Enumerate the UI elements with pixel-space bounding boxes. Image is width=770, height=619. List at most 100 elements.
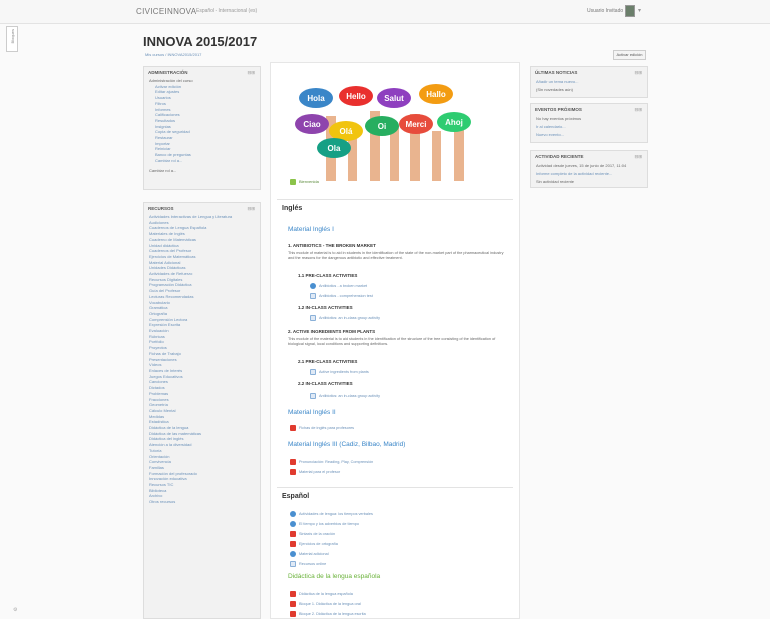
resource-link[interactable]: Antibiotics: an in-class group activity [310, 393, 380, 399]
unit2-description: This module of the material is to aid st… [288, 337, 496, 346]
resource-link[interactable]: Pronunciación: Reading, Play, Comprensió… [290, 459, 373, 465]
resource-link[interactable]: Recursos online [290, 561, 326, 567]
resource-link[interactable]: Material para el profesor [290, 469, 340, 475]
resource-link[interactable]: Bloque 2. Didáctica de la lengua escrita [290, 611, 366, 617]
settings-icon[interactable]: ⚙ [13, 607, 17, 613]
unit2-title: 2. ACTIVE INGREDIENTS FROM PLANTS [288, 329, 376, 334]
activity-empty-text: Sin actividad reciente [536, 179, 575, 184]
resource-link[interactable]: Actividades de lengua: los tiempos verba… [290, 511, 373, 517]
resources-block-title: RECURSOS [148, 206, 174, 211]
speech-bubble-word: Olá [340, 127, 353, 136]
url-icon [310, 283, 316, 289]
block-controls-icon[interactable]: ⊟⊞ [247, 206, 255, 212]
add-topic-link[interactable]: Añadir un tema nuevo... [531, 78, 647, 86]
resources-list-item[interactable]: Otros recursos [149, 499, 255, 505]
block-controls-icon[interactable]: ⊟⊞ [634, 154, 642, 160]
section-title-ingles: Inglés [282, 205, 303, 212]
unit1-title: 1. ANTIBIOTICS - THE BROKEN MARKET [288, 243, 376, 248]
admin-block-title: ADMINISTRACIÓN [148, 70, 188, 75]
events-empty-text: No hay eventos próximos [536, 116, 582, 121]
resource-link[interactable]: Bloque 1. Didáctica de la lengua oral [290, 601, 361, 607]
resource-link[interactable]: Antibiotics - a broken market [310, 283, 367, 289]
resource-link[interactable]: Material adicional [290, 551, 329, 557]
url-icon [290, 521, 296, 527]
label-material-ingles-1: Material Inglés I [288, 226, 334, 233]
hero-image: Hola Hello Salut Hallo Ciao Olá Oi Merci Ahoj Ola [286, 76, 497, 181]
breadcrumb[interactable]: Mis cursos / INNOVA2015/2017 [145, 52, 201, 57]
pdf-icon [290, 611, 296, 617]
pdf-icon [290, 425, 296, 431]
admin-footer[interactable]: Cambiar rol a... [144, 167, 260, 175]
speech-bubble-word: Salut [384, 94, 404, 103]
unit1-description: This module of material is to aid in stu… [288, 251, 504, 260]
full-report-link[interactable]: Informe completo de la actividad recient… [531, 170, 647, 178]
user-menu-name[interactable]: Usuario Invitado [587, 8, 623, 14]
pdf-icon [290, 601, 296, 607]
admin-block-header: ADMINISTRACIÓN ⊟⊞ [144, 67, 260, 78]
activity-since-text: Actividad desde jueves, 15 de junio de 2… [536, 163, 627, 168]
site-brand[interactable]: CIVICEINNOVA [136, 7, 196, 16]
document-icon [310, 393, 316, 399]
url-icon [290, 551, 296, 557]
label-material-ingles-2: Material Inglés II [288, 409, 336, 416]
blocks-drawer-label: Bloques [9, 29, 15, 44]
section-divider [277, 199, 513, 200]
events-block-title: EVENTOS PRÓXIMOS [535, 107, 582, 112]
quiz-icon [310, 293, 316, 299]
block-controls-icon[interactable]: ⊟⊞ [634, 107, 642, 113]
section-title-espanol: Español [282, 493, 310, 500]
admin-list-item[interactable]: Cambiar rol a... [149, 158, 255, 164]
speech-bubble-word: Hello [346, 92, 366, 101]
speech-bubble-word: Merci [406, 120, 427, 129]
news-block: ÚLTIMAS NOTICIAS ⊟⊞ Añadir un tema nuevo… [530, 66, 648, 98]
resource-link[interactable]: Active ingredients from plants [310, 369, 369, 375]
url-icon [290, 511, 296, 517]
label-didactica-lengua: Didáctica de la lengua española [288, 573, 381, 580]
hero-caption[interactable]: Bienvenida [290, 179, 319, 185]
resource-link[interactable]: Didáctica de la lengua española [290, 591, 353, 597]
pdf-icon [290, 469, 296, 475]
unit2-inclass-heading: 2.2 IN-CLASS ACTIVITIES [298, 381, 353, 386]
top-navbar: CIVICEINNOVA Español - Internacional (es… [0, 0, 770, 24]
speech-bubble-word: Ciao [303, 120, 320, 129]
page-icon [290, 179, 296, 185]
admin-block: ADMINISTRACIÓN ⊟⊞ Administración del cur… [143, 66, 261, 190]
pdf-icon [290, 459, 296, 465]
events-block: EVENTOS PRÓXIMOS ⊟⊞ No hay eventos próxi… [530, 103, 648, 143]
unit1-preclass-heading: 1.1 PRE-CLASS ACTIVITIES [298, 273, 358, 278]
activity-block-header: ACTIVIDAD RECIENTE ⊟⊞ [531, 151, 647, 162]
calendar-link[interactable]: Ir al calendario... [531, 123, 647, 131]
edit-mode-button[interactable]: Activar edición [613, 50, 646, 60]
pdf-icon [290, 591, 296, 597]
resources-block-header: RECURSOS ⊟⊞ [144, 203, 260, 214]
activity-block-title: ACTIVIDAD RECIENTE [535, 154, 584, 159]
block-controls-icon[interactable]: ⊟⊞ [634, 70, 642, 76]
block-controls-icon[interactable]: ⊟⊞ [247, 70, 255, 76]
unit1-inclass-heading: 1.2 IN-CLASS ACTIVITIES [298, 305, 353, 310]
language-menu[interactable]: Español - Internacional (es) [196, 8, 257, 14]
resource-link[interactable]: Sintaxis de la oración [290, 531, 335, 537]
unit2-preclass-heading: 2.1 PRE-CLASS ACTIVITIES [298, 359, 358, 364]
speech-bubble-word: Ahoj [445, 118, 463, 127]
speech-bubble-word: Oi [378, 122, 386, 131]
resource-link[interactable]: Antibiotics: an in-class group activity [310, 315, 380, 321]
events-block-header: EVENTOS PRÓXIMOS ⊟⊞ [531, 104, 647, 115]
speech-bubble-word: Hola [307, 94, 325, 103]
pdf-icon [290, 541, 296, 547]
resource-link[interactable]: Ejercicios de ortografía [290, 541, 338, 547]
chevron-down-icon[interactable]: ▾ [638, 7, 641, 14]
blocks-drawer-toggle[interactable]: Bloques [6, 26, 18, 52]
new-event-link[interactable]: Nuevo evento... [531, 131, 647, 139]
document-icon [290, 561, 296, 567]
resource-link[interactable]: El tiempo y los adverbios de tiempo [290, 521, 359, 527]
resource-link[interactable]: Fichas de inglés para profesores [290, 425, 354, 431]
course-content: Hola Hello Salut Hallo Ciao Olá Oi Merci Ahoj Ola… [270, 62, 520, 619]
pdf-icon [290, 531, 296, 537]
resource-link[interactable]: Antibiotics - comprehension test [310, 293, 373, 299]
document-icon [310, 315, 316, 321]
page-title: INNOVA 2015/2017 [143, 34, 258, 49]
document-icon [310, 369, 316, 375]
recent-activity-block: ACTIVIDAD RECIENTE ⊟⊞ Actividad desde ju… [530, 150, 648, 188]
news-block-title: ÚLTIMAS NOTICIAS [535, 70, 578, 75]
avatar[interactable] [625, 5, 635, 17]
